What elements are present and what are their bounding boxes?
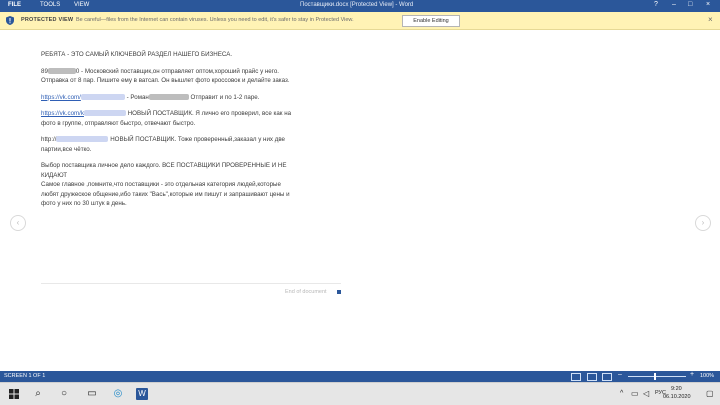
edge-browser-icon[interactable]: ◎ bbox=[112, 388, 124, 400]
end-divider bbox=[41, 283, 341, 284]
tray-chevron-icon[interactable]: ^ bbox=[620, 390, 623, 397]
clock-time[interactable]: 9:20 bbox=[671, 386, 682, 392]
paragraph-advice-line-1: Самое главное ,помните,что поставщики - … bbox=[41, 181, 281, 188]
paragraph-supplier-3-line-2: фото в группе, отправляют быстро, отвеча… bbox=[41, 119, 196, 127]
protected-view-banner: PROTECTED VIEW Be careful—files from the… bbox=[0, 12, 720, 30]
document-heading: РЕБЯТА - ЭТО САМЫЙ КЛЮЧЕВОЙ РАЗДЕЛ НАШЕГ… bbox=[41, 51, 233, 58]
network-icon[interactable]: ▭ bbox=[631, 389, 639, 398]
paragraph-supplier-1: 89 0 - Московский поставщик,он отправляет… bbox=[41, 67, 280, 75]
print-layout-icon[interactable] bbox=[587, 373, 597, 381]
task-view-timeline-icon[interactable]: ▭ bbox=[86, 388, 98, 400]
task-view-icon[interactable]: ○ bbox=[58, 388, 70, 400]
supplier-link-2[interactable]: https://vk.com/k bbox=[41, 110, 84, 117]
paragraph-advice-line-3: фото у них по 30 штук в день. bbox=[41, 200, 127, 207]
help-icon[interactable]: ? bbox=[654, 1, 658, 8]
search-icon[interactable]: ⌕ bbox=[32, 388, 44, 400]
end-of-document-mark bbox=[337, 290, 341, 294]
notifications-icon[interactable]: ▢ bbox=[706, 389, 714, 398]
enable-editing-button[interactable]: Enable Editing bbox=[402, 15, 460, 27]
minimize-icon[interactable]: – bbox=[672, 1, 676, 8]
read-mode-icon[interactable] bbox=[571, 373, 581, 381]
zoom-level[interactable]: 100% bbox=[700, 373, 714, 379]
windows-taskbar: ⌕ ○ ▭ ◎ W ^ ▭ ◁ РУС 9:20 06.10.2020 ▢ bbox=[0, 382, 720, 405]
document-page: РЕБЯТА - ЭТО САМЫЙ КЛЮЧЕВОЙ РАЗДЕЛ НАШЕГ… bbox=[41, 50, 361, 209]
paragraph-supplier-2: https://vk.com/ - Роман Отправит и по 1-… bbox=[41, 93, 260, 101]
supplier-link-3[interactable]: http:// bbox=[41, 136, 56, 143]
protected-view-label: PROTECTED VIEW bbox=[21, 17, 74, 23]
volume-icon[interactable]: ◁ bbox=[643, 389, 649, 398]
tab-tools[interactable]: TOOLS bbox=[40, 2, 60, 8]
next-page-icon[interactable]: › bbox=[695, 215, 711, 231]
zoom-slider[interactable] bbox=[628, 376, 686, 377]
word-app-icon[interactable]: W bbox=[136, 388, 148, 400]
paragraph-supplier-1-line-2: Отправка от 8 пар. Пишите ему в ватсап. … bbox=[41, 77, 290, 84]
title-bar: FILE TOOLS VIEW Поставщики.docx [Protect… bbox=[0, 0, 720, 12]
document-area[interactable]: ‹ › РЕБЯТА - ЭТО САМЫЙ КЛЮЧЕВОЙ РАЗДЕЛ Н… bbox=[0, 30, 720, 371]
close-icon[interactable]: × bbox=[706, 1, 710, 8]
windows-start-icon[interactable] bbox=[9, 389, 19, 399]
tab-view[interactable]: VIEW bbox=[74, 2, 89, 8]
shield-icon bbox=[6, 16, 14, 25]
tab-file[interactable]: FILE bbox=[8, 2, 21, 8]
end-of-document-label: End of document bbox=[285, 289, 327, 295]
paragraph-supplier-4: http:// НОВЫЙ ПОСТАВЩИК. Тоже проверенны… bbox=[41, 136, 285, 143]
supplier-link-1[interactable]: https://vk.com/ bbox=[41, 94, 81, 101]
status-bar: SCREEN 1 OF 1 – + 100% bbox=[0, 371, 720, 382]
paragraph-supplier-4-line-2: партии,все чётко. bbox=[41, 145, 92, 153]
screen-indicator: SCREEN 1 OF 1 bbox=[4, 373, 46, 379]
maximize-icon[interactable]: □ bbox=[688, 1, 692, 8]
zoom-in-icon[interactable]: + bbox=[690, 371, 694, 378]
bold-note-line-1: Выбор поставщика личное дело каждого. ВС… bbox=[41, 162, 287, 169]
prev-page-icon[interactable]: ‹ bbox=[10, 215, 26, 231]
bold-note-line-2: КИДАЮТ bbox=[41, 171, 68, 179]
zoom-slider-thumb[interactable] bbox=[654, 373, 656, 380]
zoom-out-icon[interactable]: – bbox=[618, 371, 622, 378]
banner-close-icon[interactable]: × bbox=[708, 15, 713, 24]
window-title: Поставщики.docx [Protected View] - Word bbox=[300, 2, 414, 8]
protected-view-message: Be careful—files from the Internet can c… bbox=[76, 17, 354, 23]
web-layout-icon[interactable] bbox=[602, 373, 612, 381]
paragraph-supplier-3: https://vk.com/k НОВЫЙ ПОСТАВЩИК. Я личн… bbox=[41, 110, 292, 117]
clock-date[interactable]: 06.10.2020 bbox=[663, 394, 691, 400]
paragraph-advice-line-2: любят дружеское общение,ибо таких "Вась"… bbox=[41, 190, 290, 198]
